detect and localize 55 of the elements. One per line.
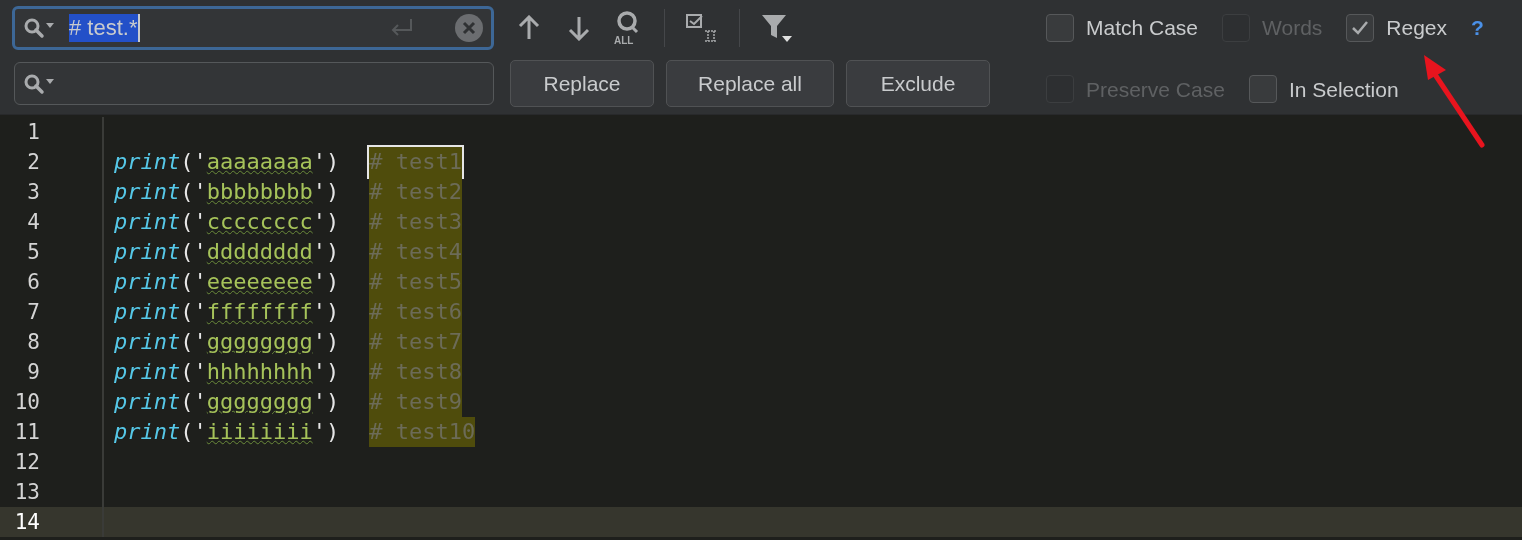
line-number: 1 [26,119,40,146]
code-text: print('ffffffff') [114,298,340,326]
line-number: 6 [26,269,40,296]
code-comment: # test4 [369,237,462,267]
code-comment: # test9 [369,387,462,417]
code-comment: # test10 [369,417,476,447]
checkbox[interactable] [1248,75,1277,104]
code-text: print('dddddddd') [114,238,340,266]
checkbox[interactable] [1346,13,1375,42]
arrow-down-icon[interactable] [568,15,590,41]
line-number: 3 [26,179,40,206]
help-icon[interactable]: ? [1471,12,1484,44]
line-number: 12 [13,449,40,476]
code-text: print('eeeeeeee') [114,268,340,296]
replace-field[interactable] [14,62,494,105]
checkbox[interactable] [1046,13,1074,42]
line-number: 8 [26,329,40,356]
code-comment: # test7 [369,327,462,357]
line-number: 4 [26,209,40,236]
checkbox-label: Match Case [1086,15,1199,41]
line-number: 5 [26,239,40,266]
line-number: 7 [26,299,40,326]
filter-icon[interactable] [760,12,794,44]
code-comment: # test1 [369,147,462,177]
line-number: 13 [13,479,40,506]
line-number: 10 [13,389,40,416]
clear-icon[interactable] [455,14,483,42]
code-comment: # test8 [369,357,462,387]
line-number: 9 [26,359,40,386]
find-field[interactable]: # test.* [12,6,494,50]
code-text: print('cccccccc') [114,208,340,236]
line-number: 14 [13,509,40,536]
checkbox-label: In Selection [1288,76,1399,103]
search-icon[interactable] [23,72,57,95]
code-text: print('gggggggg') [114,388,340,416]
code-text: print('gggggggg') [114,328,340,356]
code-comment: # test2 [369,177,462,207]
code-text: print('hhhhhhhh') [114,358,340,386]
action-button[interactable]: Exclude [846,60,990,107]
code-comment: # test6 [369,297,462,327]
checkbox-label: Regex [1386,15,1448,41]
code-comment: # test3 [369,207,462,237]
select-occurrences-icon[interactable] [685,13,719,43]
action-button[interactable]: Replace all [666,60,834,107]
line-number: 2 [26,149,40,176]
line-number: 11 [13,419,40,446]
check-icon [1351,19,1370,36]
action-button[interactable]: Replace [510,60,654,107]
code-text: print('iiiiiiii') [114,418,340,446]
search-icon[interactable] [23,17,57,39]
find-text: # test.* [69,14,141,42]
arrow-up-icon[interactable] [518,15,540,41]
code-text: print('aaaaaaaa') [114,148,340,176]
code-text: print('bbbbbbbb') [114,178,340,206]
code-comment: # test5 [369,267,462,297]
